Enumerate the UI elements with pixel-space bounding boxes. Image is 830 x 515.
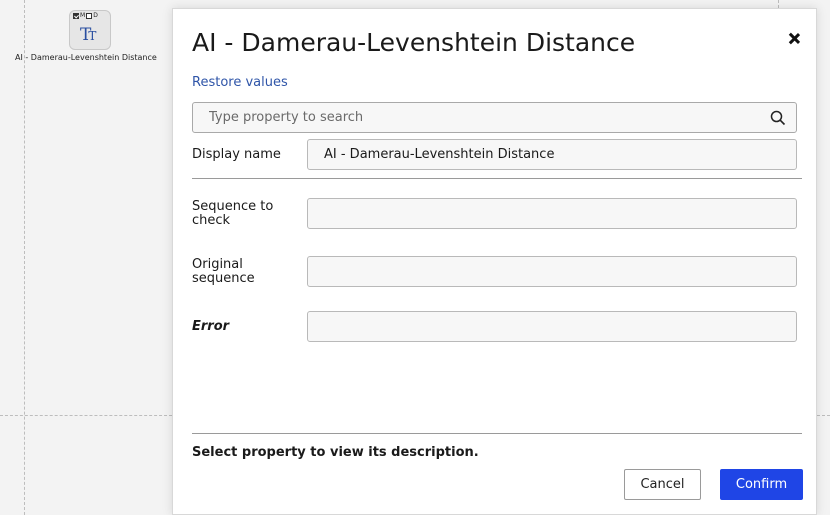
node-flag-m: M xyxy=(80,12,86,19)
search-icon[interactable] xyxy=(770,110,786,126)
property-description: Select property to view its description. xyxy=(192,445,479,460)
sequence-to-check-label: Sequence to check xyxy=(192,199,274,228)
grid-line xyxy=(0,415,172,416)
search-input[interactable] xyxy=(193,103,769,132)
divider xyxy=(192,433,802,434)
close-icon[interactable] xyxy=(784,29,804,49)
properties-dialog: AI - Damerau-Levenshtein Distance Restor… xyxy=(172,8,817,515)
restore-values-link[interactable]: Restore values xyxy=(192,75,288,90)
divider xyxy=(192,178,802,179)
node-m-checkbox[interactable] xyxy=(73,13,79,19)
cancel-button[interactable]: Cancel xyxy=(624,469,701,500)
property-search xyxy=(192,102,797,133)
display-name-field[interactable] xyxy=(307,139,797,170)
grid-line xyxy=(24,0,25,515)
error-label: Error xyxy=(192,319,230,334)
original-sequence-label: Original sequence xyxy=(192,257,255,286)
node-label: AI - Damerau-Levenshtein Distance xyxy=(15,53,157,62)
node-d-checkbox[interactable] xyxy=(86,13,93,19)
text-type-icon: TT xyxy=(80,25,96,45)
node-flags: MD xyxy=(73,12,99,21)
canvas-node[interactable]: MD TT xyxy=(69,10,111,50)
original-sequence-field[interactable] xyxy=(307,256,797,287)
dialog-title: AI - Damerau-Levenshtein Distance xyxy=(192,28,636,57)
display-name-label: Display name xyxy=(192,147,281,162)
node-flag-d: D xyxy=(93,12,98,19)
error-field[interactable] xyxy=(307,311,797,342)
confirm-button[interactable]: Confirm xyxy=(720,469,803,500)
sequence-to-check-field[interactable] xyxy=(307,198,797,229)
grid-line xyxy=(817,415,830,416)
